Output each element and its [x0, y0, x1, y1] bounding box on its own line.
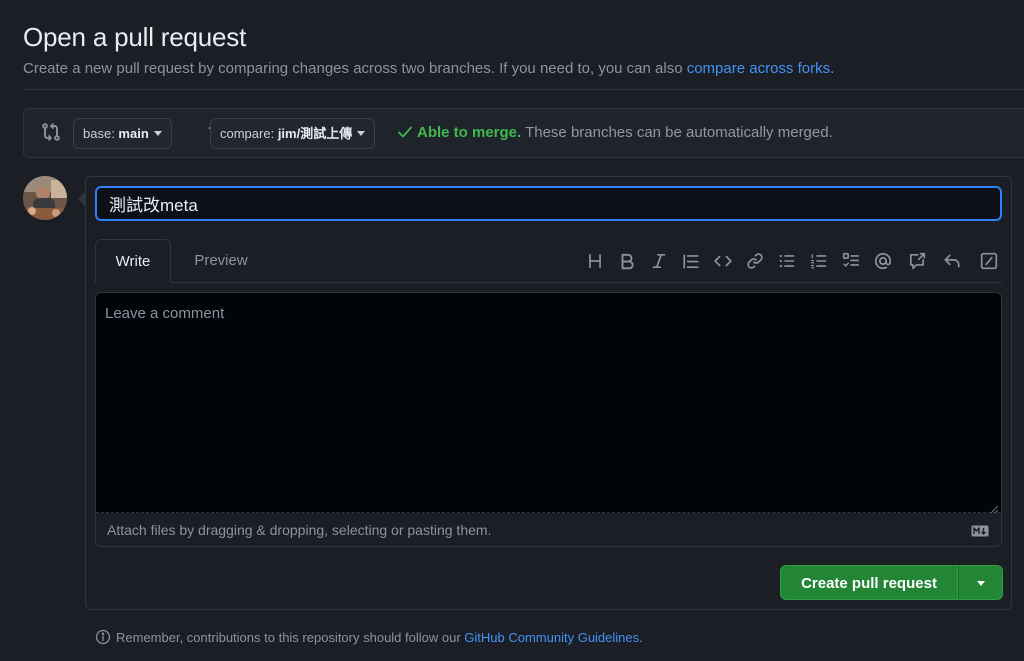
link-icon[interactable]: [746, 252, 764, 270]
slash-command-icon[interactable]: [980, 252, 998, 270]
heading-icon[interactable]: [586, 252, 604, 270]
page-title: Open a pull request: [23, 22, 247, 52]
chevron-down-icon: [357, 131, 366, 136]
check-icon: [397, 125, 413, 139]
subtitle-text: Create a new pull request by comparing c…: [23, 60, 687, 77]
chevron-down-icon: [977, 581, 985, 586]
compare-across-forks-link[interactable]: compare across forks: [687, 60, 830, 77]
compare-branch-button[interactable]: compare: jim/測試上傳: [210, 118, 376, 149]
base-branch-name: main: [118, 126, 149, 141]
reply-icon[interactable]: [943, 252, 961, 270]
subtitle-end: .: [830, 60, 835, 77]
italic-icon[interactable]: [650, 252, 668, 270]
git-compare-icon: [41, 122, 61, 142]
markdown-icon: [971, 524, 989, 537]
compare-prefix: compare:: [220, 126, 278, 141]
avatar[interactable]: [23, 176, 67, 220]
bold-icon[interactable]: [618, 252, 636, 270]
header-divider: [23, 89, 1024, 90]
code-icon[interactable]: [714, 252, 732, 270]
reminder-text: Remember, contributions to this reposito…: [116, 630, 465, 645]
ordered-list-icon[interactable]: [810, 252, 828, 270]
info-icon: [95, 629, 111, 645]
tab-preview[interactable]: Preview: [180, 239, 262, 283]
merge-status: Able to merge. These branches can be aut…: [397, 124, 833, 141]
tab-write[interactable]: Write: [95, 239, 171, 283]
attach-files-text[interactable]: Attach files by dragging & dropping, sel…: [107, 522, 491, 538]
base-prefix: base:: [83, 126, 119, 141]
compare-branch-name: jim/測試上傳: [277, 126, 353, 141]
create-options-dropdown[interactable]: [958, 565, 1003, 600]
reference-icon[interactable]: [908, 252, 926, 270]
page-subtitle: Create a new pull request by comparing c…: [23, 60, 834, 77]
contribution-reminder: Remember, contributions to this reposito…: [95, 629, 643, 645]
chevron-down-icon: [153, 131, 162, 136]
resize-handle-icon[interactable]: [989, 501, 999, 514]
community-guidelines-link[interactable]: GitHub Community Guidelines: [464, 630, 639, 645]
compare-bar: base: main ··· compare: jim/測試上傳 Able to…: [23, 108, 1024, 158]
task-list-icon[interactable]: [842, 252, 860, 270]
unordered-list-icon[interactable]: [778, 252, 796, 270]
create-pull-request-button[interactable]: Create pull request: [780, 565, 958, 600]
merge-status-label: Able to merge.: [417, 124, 522, 141]
merge-status-description: These branches can be automatically merg…: [521, 124, 833, 141]
title-input[interactable]: [95, 186, 1002, 221]
mention-icon[interactable]: [874, 252, 892, 270]
pull-request-form: Write Preview Leave a comment: [78, 176, 1012, 610]
base-branch-button[interactable]: base: main: [73, 118, 172, 149]
reminder-end: .: [639, 630, 643, 645]
comment-textarea[interactable]: Leave a comment: [96, 293, 1001, 513]
comment-area: Leave a comment Attach files by dragging…: [95, 292, 1002, 547]
quote-icon[interactable]: [682, 252, 700, 270]
